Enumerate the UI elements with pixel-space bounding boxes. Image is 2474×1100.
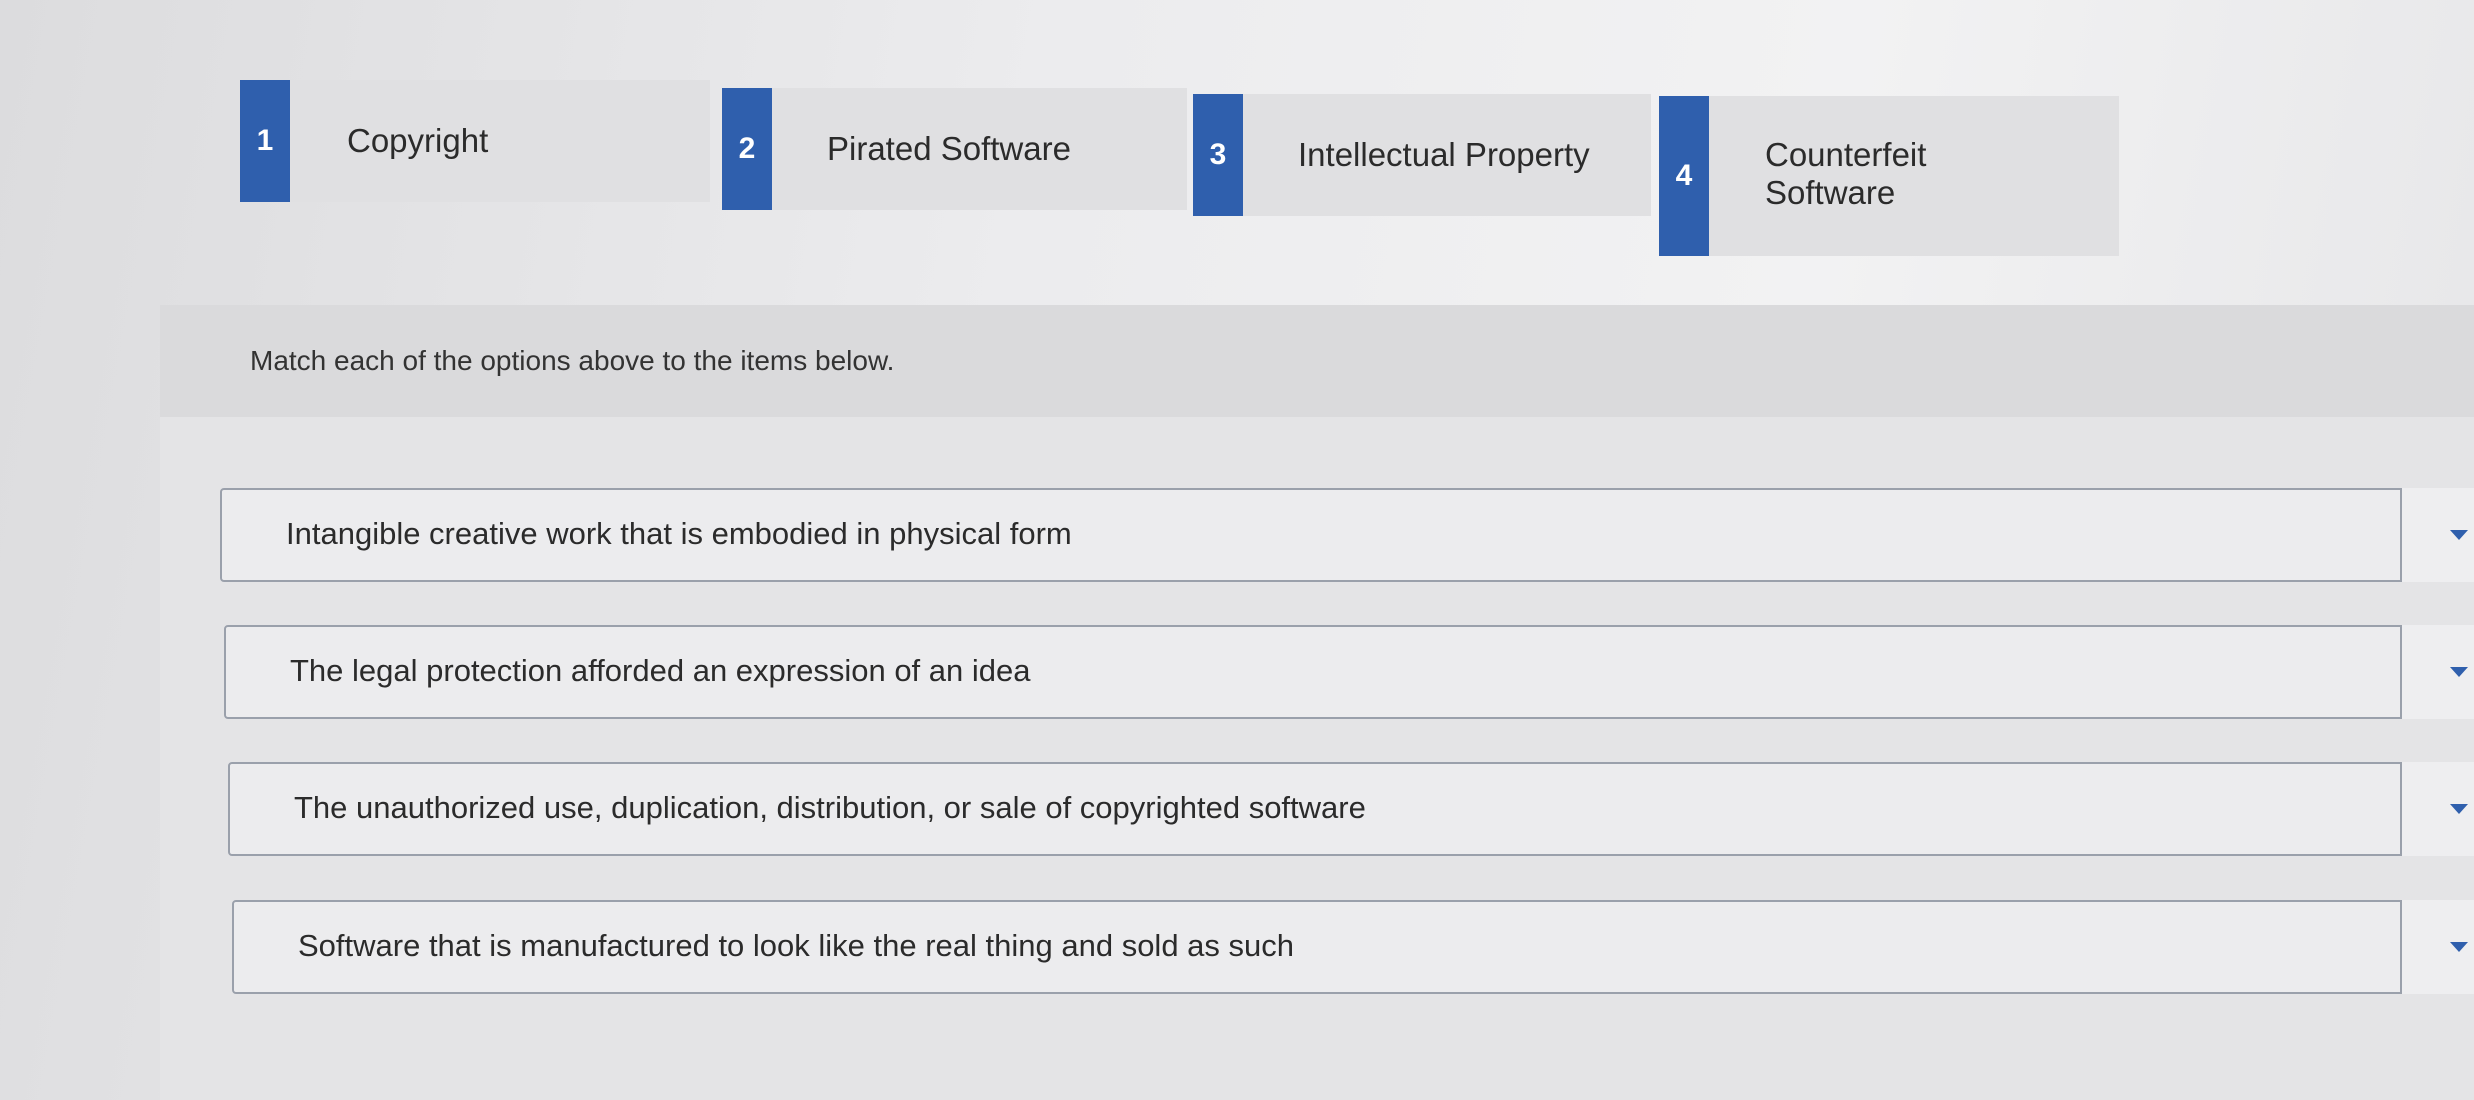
option-card-3[interactable]: 3 Intellectual Property xyxy=(1193,94,1651,216)
option-number-3: 3 xyxy=(1193,94,1243,216)
chevron-down-icon[interactable] xyxy=(2450,530,2468,540)
option-label-3: Intellectual Property xyxy=(1298,136,1590,173)
match-select-4[interactable] xyxy=(2400,900,2474,994)
match-row-1[interactable]: Intangible creative work that is embodie… xyxy=(220,488,2474,582)
match-item-text-4: Software that is manufactured to look li… xyxy=(298,928,1295,963)
match-row-2[interactable]: The legal protection afforded an express… xyxy=(224,625,2474,719)
option-label-2: Pirated Software xyxy=(827,130,1071,167)
match-item-text-3: The unauthorized use, duplication, distr… xyxy=(294,790,1366,825)
match-item-text-1: Intangible creative work that is embodie… xyxy=(286,516,1072,551)
option-card-2[interactable]: 2 Pirated Software xyxy=(722,88,1187,210)
instruction-text: Match each of the options above to the i… xyxy=(250,345,895,376)
option-card-4[interactable]: 4 Counterfeit Software xyxy=(1659,96,2119,256)
option-number-1: 1 xyxy=(240,80,290,202)
match-row-3[interactable]: The unauthorized use, duplication, distr… xyxy=(228,762,2474,856)
match-item-text-2: The legal protection afforded an express… xyxy=(290,653,1031,688)
match-select-1[interactable] xyxy=(2400,488,2474,582)
option-label-4-line2: Software xyxy=(1765,174,1896,211)
match-row-4[interactable]: Software that is manufactured to look li… xyxy=(232,900,2474,994)
match-select-3[interactable] xyxy=(2400,762,2474,856)
option-card-1[interactable]: 1 Copyright xyxy=(240,80,710,202)
option-number-2: 2 xyxy=(722,88,772,210)
option-label-4: Counterfeit Software xyxy=(1765,136,1926,212)
chevron-down-icon[interactable] xyxy=(2450,667,2468,677)
chevron-down-icon[interactable] xyxy=(2450,942,2468,952)
option-label-4-line1: Counterfeit xyxy=(1765,136,1927,173)
chevron-down-icon[interactable] xyxy=(2450,804,2468,814)
option-label-1: Copyright xyxy=(347,122,489,159)
option-number-4: 4 xyxy=(1659,96,1709,256)
match-select-2[interactable] xyxy=(2400,625,2474,719)
